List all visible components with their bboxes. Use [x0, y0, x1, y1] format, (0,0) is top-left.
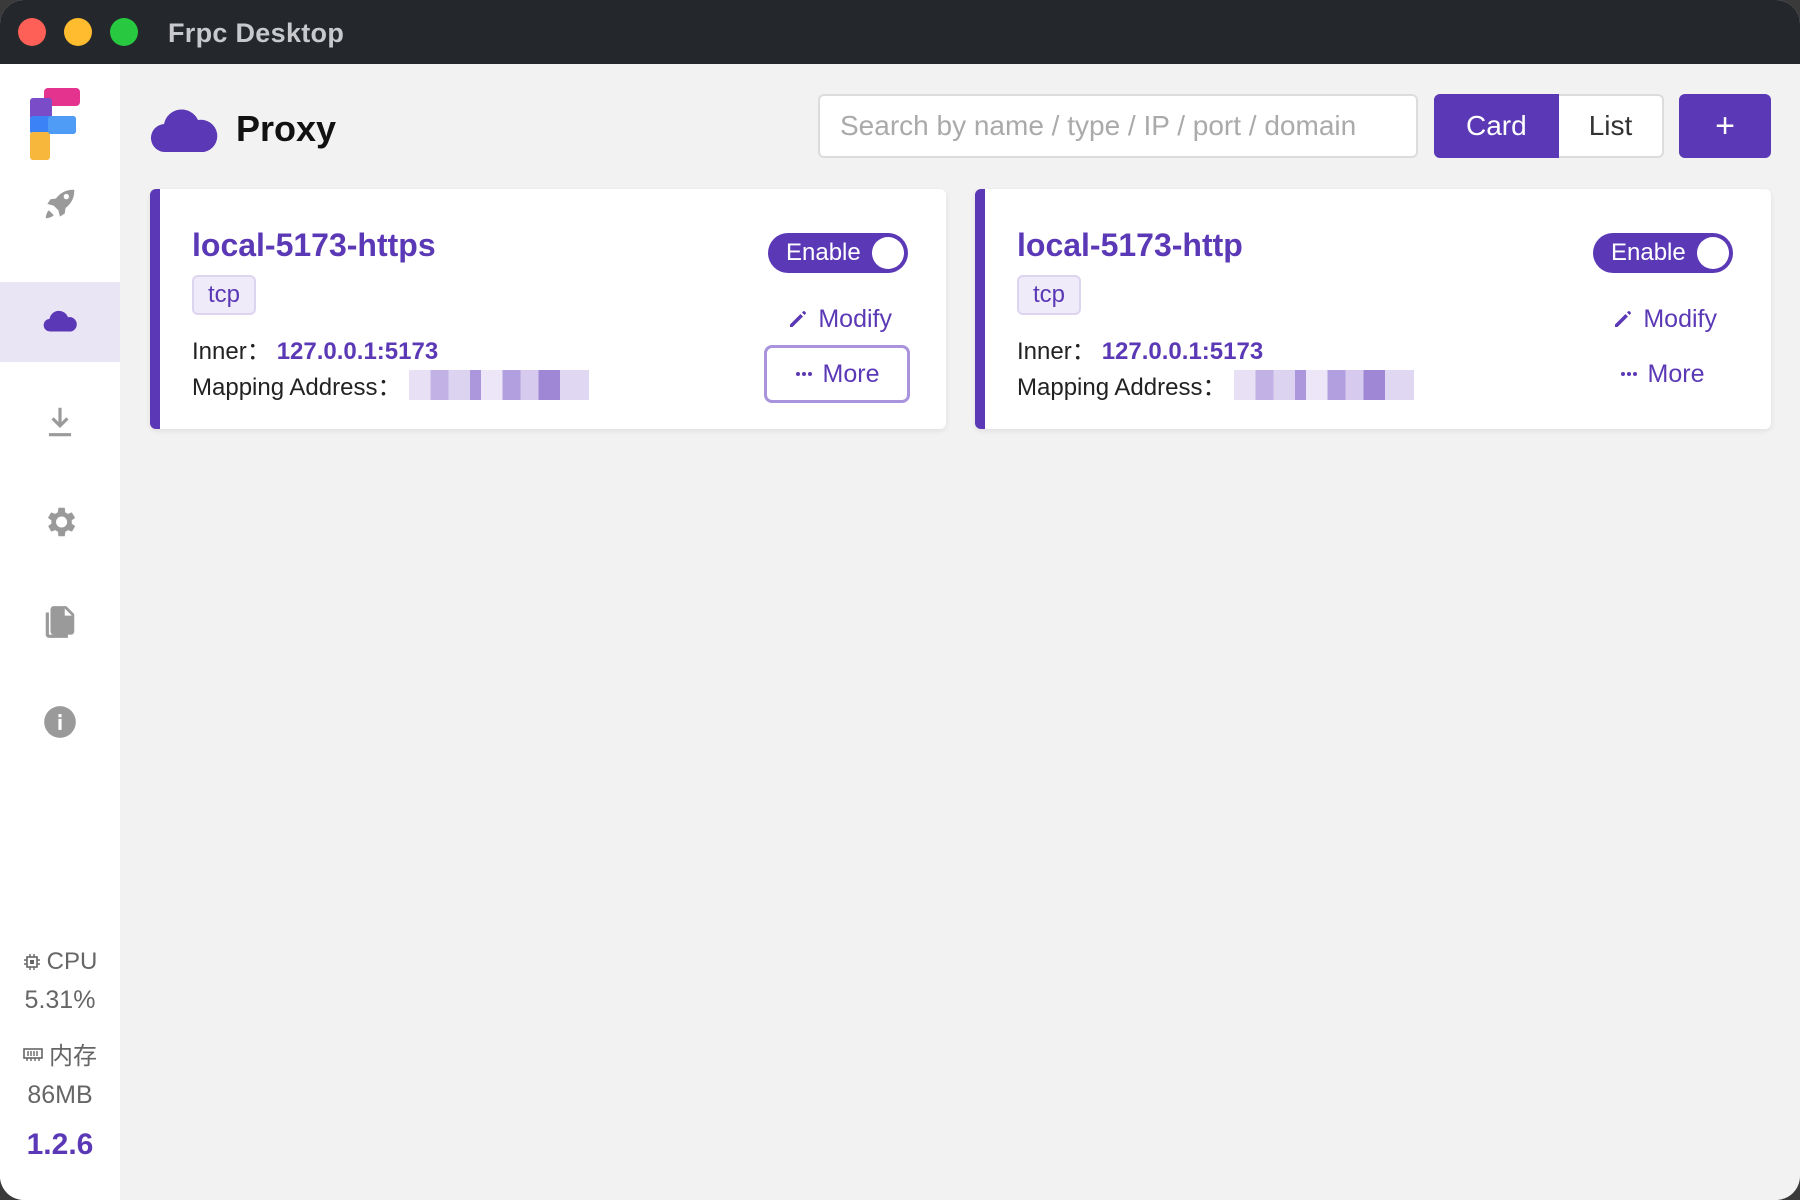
page-header: Proxy [150, 102, 336, 156]
memory-value: 86MB [27, 1081, 93, 1109]
memory-label: 内存 [49, 1043, 97, 1070]
cloud-icon [43, 310, 77, 332]
proxy-type-tag: tcp [192, 275, 257, 315]
sidebar-item-settings[interactable] [0, 482, 120, 562]
more-label: More [1647, 359, 1705, 388]
proxy-mapping: Mapping Address： [192, 367, 590, 402]
enable-toggle[interactable]: Enable [1593, 233, 1733, 273]
sidebar-item-about[interactable] [0, 682, 120, 762]
proxy-name: local-5173-https [192, 227, 436, 263]
mapping-label: Mapping Address： [1017, 374, 1227, 401]
more-label: More [822, 359, 880, 388]
ellipsis-icon [1620, 372, 1637, 376]
cpu-stat: CPU 5.31% [0, 948, 120, 1015]
cpu-value: 5.31% [24, 986, 96, 1014]
view-list-button[interactable]: List [1558, 94, 1665, 158]
sidebar-item-launch[interactable] [0, 164, 120, 244]
more-button[interactable]: More [1589, 345, 1735, 403]
proxy-type-tag: tcp [1017, 275, 1082, 315]
sidebar-item-download[interactable] [0, 382, 120, 462]
sidebar-item-logs[interactable] [0, 582, 120, 662]
cpu-icon [23, 954, 40, 970]
ellipsis-icon [795, 372, 812, 376]
main-content: Proxy Card List + local-5173-https tcp I… [120, 64, 1800, 1200]
title-bar: Frpc Desktop [0, 0, 1800, 64]
maximize-window-button[interactable] [110, 18, 138, 46]
proxy-card: local-5173-http tcp Inner： 127.0.0.1:5173… [975, 189, 1771, 429]
modify-label: Modify [1643, 304, 1717, 333]
inner-value: 127.0.0.1:5173 [276, 338, 439, 365]
memory-icon [23, 1047, 43, 1061]
cpu-label: CPU [46, 948, 98, 975]
sidebar-item-proxy[interactable] [0, 282, 120, 362]
proxy-inner: Inner： 127.0.0.1:5173 [1017, 331, 1263, 366]
app-version: 1.2.6 [26, 1128, 94, 1161]
pencil-icon [1615, 311, 1632, 327]
inner-label: Inner： [192, 338, 271, 365]
view-mode-toggle: Card List [1434, 94, 1665, 158]
page-title: Proxy [236, 108, 337, 149]
add-proxy-button[interactable]: + [1679, 94, 1771, 158]
proxy-mapping: Mapping Address： [1017, 367, 1415, 402]
proxy-name: local-5173-http [1017, 227, 1243, 263]
enable-toggle[interactable]: Enable [768, 233, 908, 273]
toggle-knob [872, 237, 904, 269]
memory-stat: 内存 86MB [0, 1036, 120, 1110]
mapping-address-redacted [409, 369, 590, 400]
modify-button[interactable]: Modify [788, 301, 892, 337]
toggle-label: Enable [1611, 239, 1686, 266]
more-button[interactable]: More [764, 345, 910, 403]
minimize-window-button[interactable] [64, 18, 92, 46]
modify-button[interactable]: Modify [1613, 301, 1717, 337]
modify-label: Modify [818, 304, 892, 333]
window-title: Frpc Desktop [168, 18, 345, 48]
gear-icon [47, 507, 76, 537]
sidebar: CPU 5.31% 内存 86MB 1.2.6 [0, 64, 120, 1200]
inner-label: Inner： [1017, 338, 1096, 365]
toggle-knob [1697, 237, 1729, 269]
search-input[interactable] [818, 94, 1418, 158]
mapping-address-redacted [1234, 369, 1415, 400]
mapping-label: Mapping Address： [192, 374, 402, 401]
inner-value: 127.0.0.1:5173 [1101, 338, 1264, 365]
download-icon [48, 407, 72, 437]
rocket-icon [45, 189, 75, 219]
proxy-card: local-5173-https tcp Inner： 127.0.0.1:517… [150, 189, 946, 429]
app-logo-icon [30, 88, 80, 160]
app-window: Frpc Desktop CPU 5.31% 内存 86MB 1.2.6 Pro… [0, 0, 1800, 1200]
proxy-inner: Inner： 127.0.0.1:5173 [192, 331, 438, 366]
close-window-button[interactable] [18, 18, 46, 46]
files-icon [45, 606, 75, 638]
toggle-label: Enable [786, 239, 861, 266]
info-icon [44, 706, 76, 738]
pencil-icon [790, 311, 807, 327]
view-card-button[interactable]: Card [1434, 94, 1559, 158]
cloud-icon [150, 109, 218, 153]
